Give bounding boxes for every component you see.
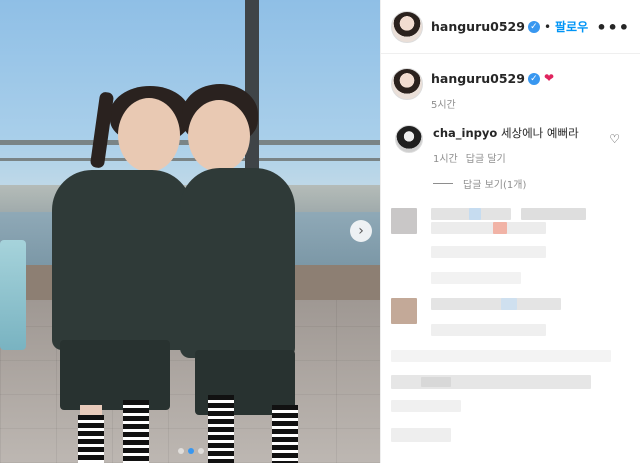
comment-meta: 1시간 답글 달기 [433, 150, 506, 165]
separator-dot: • [543, 19, 552, 34]
avatar[interactable] [391, 10, 423, 43]
caption-avatar[interactable] [391, 68, 423, 100]
post-time: 5시간 [431, 100, 456, 111]
heart-emoji: ❤ [543, 71, 554, 85]
comment-text: 세상에나 예뻐라 [500, 126, 579, 140]
view-replies[interactable]: 답글 보기(1개) [433, 176, 526, 191]
carousel-dots [178, 448, 204, 454]
comment-body: cha_inpyo 세상에나 예뻐라 [433, 126, 579, 153]
post-sidebar: hanguru0529 ✓ • 팔로우 ••• hanguru0529 ✓ ❤ … [380, 0, 640, 463]
blurred-comments [381, 200, 640, 463]
verified-badge-icon: ✓ [527, 20, 540, 33]
carousel-dot-active [188, 448, 194, 454]
carousel-dot [178, 448, 184, 454]
heart-outline-icon[interactable]: ♡ [609, 132, 620, 146]
post-photo[interactable]: › [0, 0, 380, 463]
planter [0, 240, 26, 350]
view-replies-label[interactable]: 답글 보기(1개) [463, 176, 526, 191]
comment-avatar[interactable] [395, 125, 423, 153]
post-header: hanguru0529 ✓ • 팔로우 ••• [381, 0, 640, 54]
verified-badge-icon: ✓ [527, 73, 540, 85]
reply-button[interactable]: 답글 달기 [466, 150, 506, 165]
chevron-right-icon[interactable]: › [350, 220, 372, 242]
follow-button[interactable]: 팔로우 [555, 18, 588, 35]
railing-lower [0, 158, 380, 161]
author-username[interactable]: hanguru0529 [431, 19, 525, 34]
comment: cha_inpyo 세상에나 예뻐라 [395, 125, 579, 153]
comment-time: 1시간 [433, 154, 458, 165]
caption: hanguru0529 ✓ ❤ [391, 68, 554, 100]
carousel-dot [198, 448, 204, 454]
caption-username[interactable]: hanguru0529 [431, 71, 525, 86]
more-options-icon[interactable]: ••• [596, 18, 630, 37]
comment-username[interactable]: cha_inpyo [433, 126, 497, 140]
divider-line [433, 183, 453, 184]
